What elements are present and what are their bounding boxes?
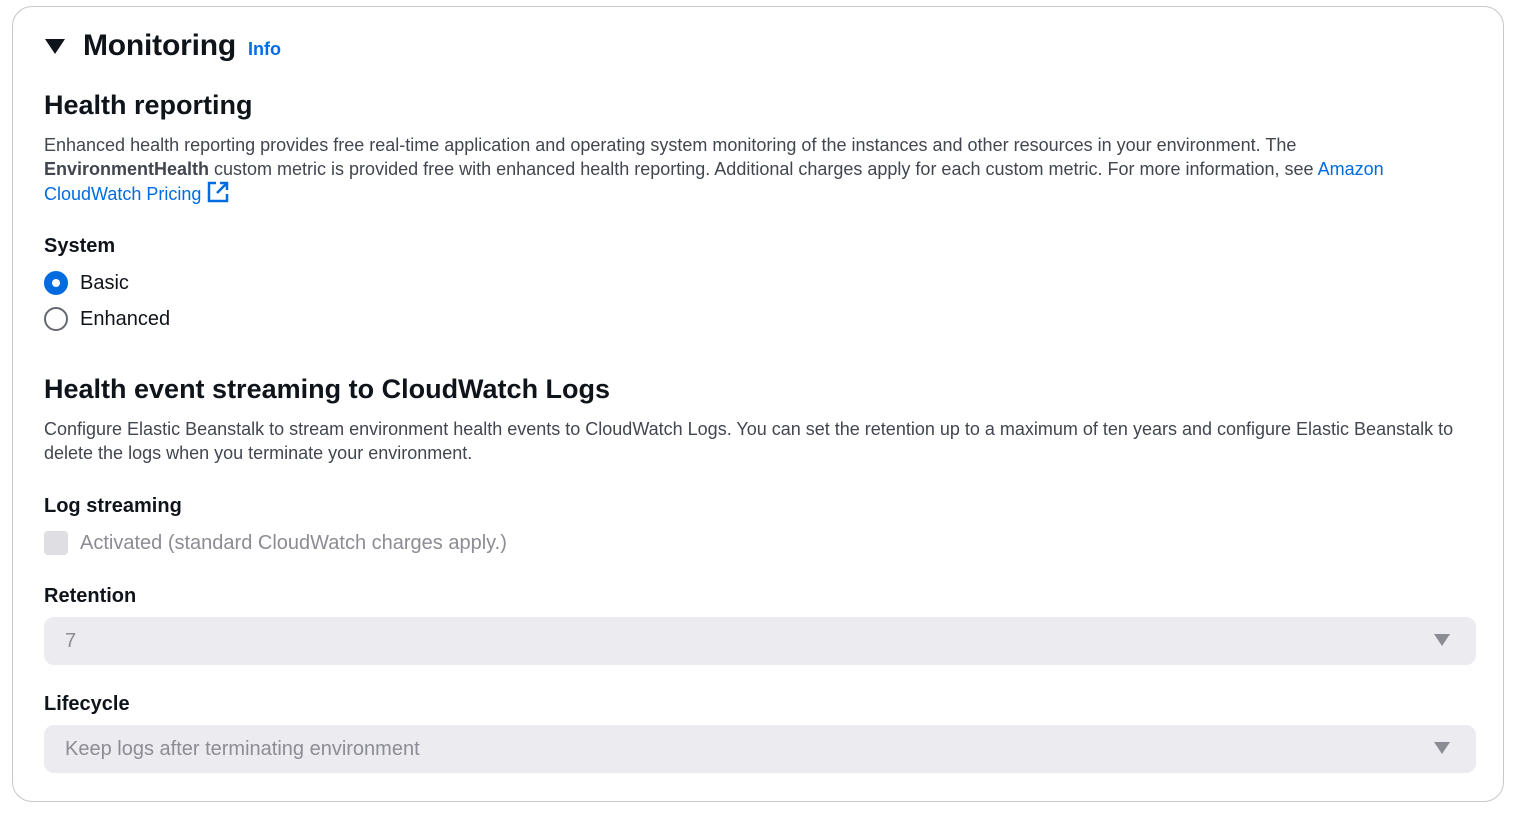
section-title: Monitoring xyxy=(83,29,236,62)
caret-down-icon xyxy=(1434,742,1450,754)
monitoring-panel: Monitoring Info Health reporting Enhance… xyxy=(12,6,1504,802)
health-reporting-heading: Health reporting xyxy=(44,90,253,120)
caret-down-icon xyxy=(1434,634,1450,646)
retention-value: 7 xyxy=(65,629,77,652)
event-streaming-heading: Health event streaming to CloudWatch Log… xyxy=(44,374,611,404)
desc-text-1: Enhanced health reporting provides free … xyxy=(44,135,1297,155)
log-streaming-checkbox[interactable] xyxy=(44,531,68,555)
log-streaming-label: Log streaming xyxy=(44,495,182,517)
log-streaming-checkbox-row[interactable]: Activated (standard CloudWatch charges a… xyxy=(44,531,507,555)
event-streaming-description: Configure Elastic Beanstalk to stream en… xyxy=(44,419,1454,463)
radio-enhanced[interactable]: Enhanced xyxy=(44,307,170,331)
retention-label: Retention xyxy=(44,585,137,607)
radio-enhanced-label: Enhanced xyxy=(80,307,171,330)
health-reporting-description: Enhanced health reporting provides free … xyxy=(44,133,1464,206)
lifecycle-label: Lifecycle xyxy=(44,693,130,715)
log-streaming-checkbox-label: Activated (standard CloudWatch charges a… xyxy=(80,531,507,554)
radio-basic-label: Basic xyxy=(80,271,129,294)
monitoring-header: Monitoring Info xyxy=(45,29,281,63)
radio-enhanced-control[interactable] xyxy=(44,307,68,331)
desc-bold-metric: EnvironmentHealth xyxy=(44,159,210,179)
system-label: System xyxy=(44,235,116,257)
lifecycle-select[interactable]: Keep logs after terminating environment xyxy=(44,725,1476,773)
external-link-icon xyxy=(208,181,229,203)
desc-text-2: custom metric is provided free with enha… xyxy=(209,159,1318,179)
radio-basic[interactable]: Basic xyxy=(44,271,129,295)
lifecycle-value: Keep logs after terminating environment xyxy=(65,737,420,760)
radio-basic-control[interactable] xyxy=(44,271,68,295)
retention-select[interactable]: 7 xyxy=(44,617,1476,665)
info-link[interactable]: Info xyxy=(248,39,281,60)
caret-down-icon[interactable] xyxy=(45,38,65,54)
